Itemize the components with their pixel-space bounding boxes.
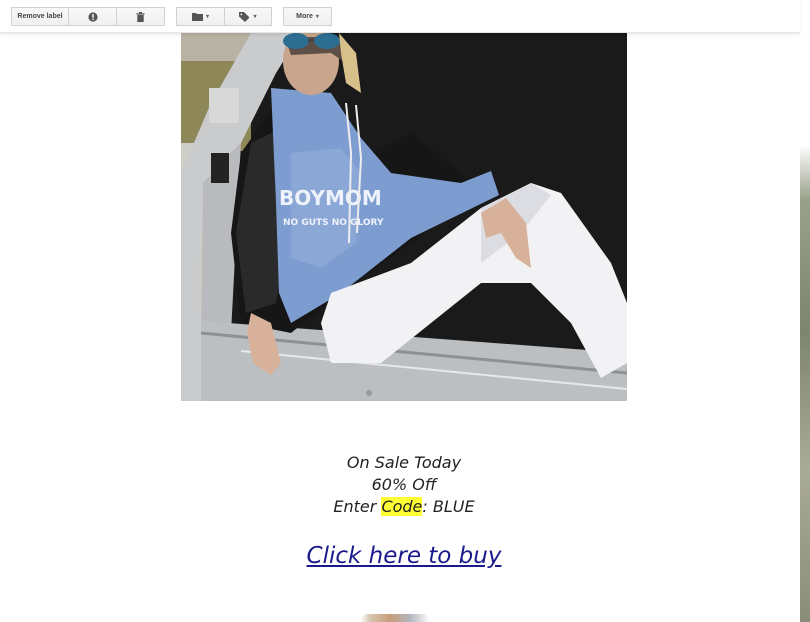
chevron-down-icon: ▾ xyxy=(315,14,319,20)
chevron-down-icon: ▾ xyxy=(253,14,257,20)
chevron-down-icon: ▾ xyxy=(205,14,209,20)
more-label: More xyxy=(296,13,313,20)
promo-code-prefix: Enter xyxy=(333,497,382,516)
shirt-print-main: BOYMOM xyxy=(279,186,382,210)
labels-button[interactable]: ▾ xyxy=(224,7,272,26)
promo-code-value: : BLUE xyxy=(422,497,475,516)
report-spam-button[interactable] xyxy=(68,7,117,26)
move-to-button[interactable]: ▾ xyxy=(176,7,225,26)
folder-icon xyxy=(191,12,203,21)
sale-line-2: 60% Off xyxy=(371,475,437,494)
shirt-print-sub: NO GUTS NO GLORY xyxy=(283,218,384,228)
promo-code-line: Enter Code: BLUE xyxy=(200,496,608,518)
remove-label-button[interactable]: Remove label xyxy=(11,7,69,26)
product-photo[interactable]: BOYMOM NO GUTS NO GLORY xyxy=(181,33,627,401)
trash-icon xyxy=(136,11,145,22)
exclamation-icon xyxy=(87,11,98,22)
buy-link[interactable]: Click here to buy xyxy=(200,541,608,571)
tag-icon xyxy=(239,11,250,22)
more-button[interactable]: More ▾ xyxy=(283,7,332,26)
background-scenery xyxy=(800,0,810,622)
sale-line-1: On Sale Today xyxy=(346,453,462,472)
delete-button[interactable] xyxy=(116,7,165,26)
remove-label-text: Remove label xyxy=(17,13,63,20)
next-product-image[interactable] xyxy=(360,614,430,622)
promo-code-highlight: Code xyxy=(381,497,423,516)
email-toolbar: Remove label ▾ ▾ More ▾ xyxy=(0,0,800,33)
